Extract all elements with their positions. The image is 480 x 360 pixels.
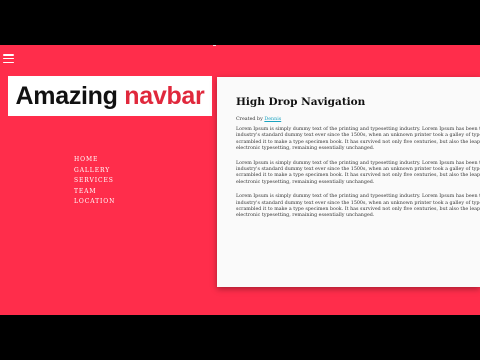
page-viewport: Amazing navbar HOME GALLERY SERVICES TEA… (0, 45, 480, 315)
logo-word-amazing: Amazing (15, 81, 118, 110)
credit-line: Created by Dennis (236, 117, 480, 122)
top-indicator (213, 45, 216, 46)
main-nav: HOME GALLERY SERVICES TEAM LOCATION (74, 155, 115, 208)
card-title: High Drop Navigation (236, 96, 366, 108)
paragraph: Lorem Ipsum is simply dummy text of the … (236, 194, 480, 219)
logo-text: Amazing navbar (16, 82, 205, 111)
logo-word-navbar: navbar (124, 81, 205, 110)
nav-item-gallery[interactable]: GALLERY (74, 166, 115, 177)
author-link[interactable]: Dennis (264, 117, 281, 122)
logo[interactable]: Amazing navbar (8, 76, 212, 116)
credit-prefix: Created by (236, 117, 263, 122)
nav-item-location[interactable]: LOCATION (74, 197, 115, 208)
paragraph: Lorem Ipsum is simply dummy text of the … (236, 127, 480, 152)
nav-item-home[interactable]: HOME (74, 155, 115, 166)
content-card: High Drop Navigation Created by Dennis L… (217, 77, 480, 287)
nav-item-services[interactable]: SERVICES (74, 176, 115, 187)
paragraph: Lorem Ipsum is simply dummy text of the … (236, 160, 480, 185)
hamburger-menu-icon[interactable] (3, 54, 14, 63)
nav-item-team[interactable]: TEAM (74, 187, 115, 198)
